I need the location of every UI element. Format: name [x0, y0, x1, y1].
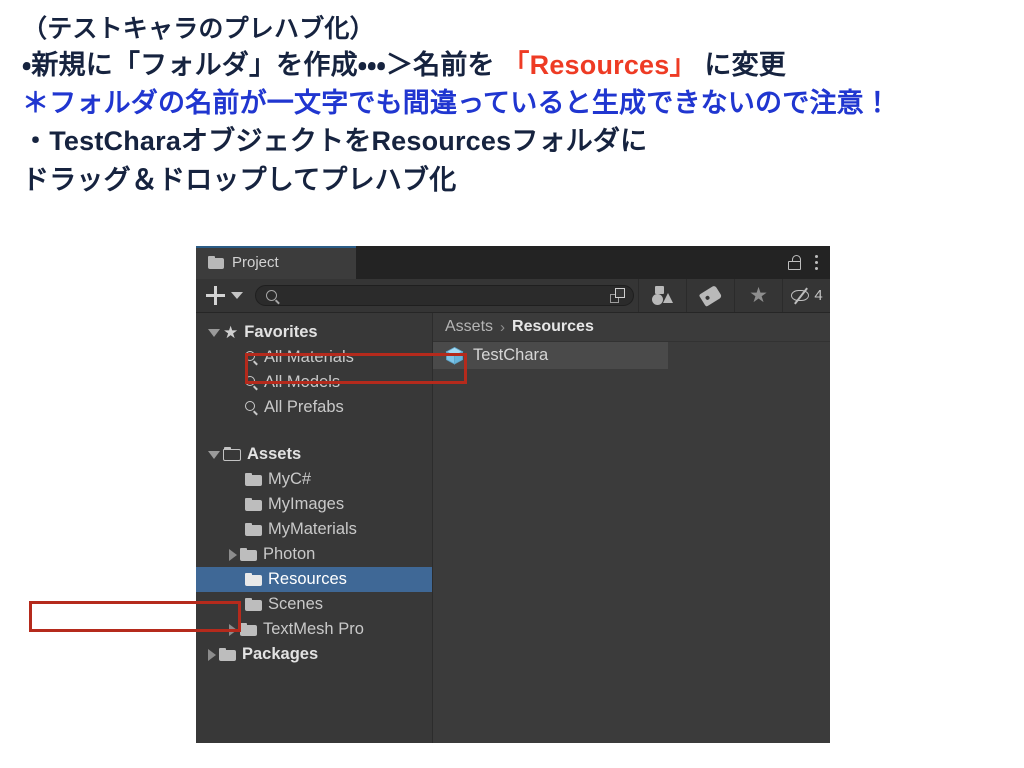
label-filter-button[interactable]: [686, 279, 734, 312]
tree-item-label: Resources: [268, 570, 347, 588]
magnifier-icon: [245, 351, 258, 364]
folder-icon: [245, 598, 262, 611]
unlocked-padlock-icon[interactable]: [787, 255, 801, 270]
shapes-icon: [652, 286, 673, 305]
tab-bar-actions: [787, 246, 830, 279]
project-panel-body: ★ Favorites All Materials All Models All Pre…: [196, 313, 830, 743]
tree-item-label: MyImages: [268, 495, 345, 513]
breadcrumb-root[interactable]: Assets: [445, 318, 493, 336]
tree-item-assets[interactable]: Assets: [196, 442, 432, 467]
tree-item-label: MyC#: [268, 470, 312, 488]
star-icon: ★: [749, 284, 768, 307]
tree-arrow-placeholder: [229, 604, 242, 605]
tree-arrow-placeholder: [229, 479, 242, 480]
plus-icon: [206, 286, 225, 305]
tree-item-all-models[interactable]: All Models: [196, 370, 432, 395]
folder-icon: [245, 498, 262, 511]
tree-item-scenes[interactable]: Scenes: [196, 592, 432, 617]
folder-icon: [245, 523, 262, 536]
tree-item-photon[interactable]: Photon: [196, 542, 432, 567]
star-icon: ★: [223, 322, 239, 342]
chevron-right-icon[interactable]: [229, 623, 237, 636]
search-input[interactable]: [277, 287, 610, 304]
project-tree-pane: ★ Favorites All Materials All Models All Pre…: [196, 313, 433, 743]
chevron-right-icon[interactable]: [208, 648, 216, 661]
chevron-down-icon[interactable]: [208, 450, 220, 459]
chevron-down-icon: [231, 292, 243, 299]
asset-item-testchara[interactable]: TestChara: [433, 342, 668, 369]
instruction-line-2-prefix: ・新規に「フォルダ」を作成・・・＞名前を: [22, 50, 503, 80]
magnifier-icon: [245, 376, 258, 389]
tree-item-label: All Materials: [264, 348, 354, 366]
create-asset-button[interactable]: [204, 286, 251, 305]
tree-item-label: Scenes: [268, 595, 324, 613]
project-toolbar: ★ 4: [196, 279, 830, 313]
folder-icon: [245, 473, 262, 486]
favorites-filter-button[interactable]: ★: [734, 279, 782, 312]
window-tab-bar: Project: [196, 246, 830, 279]
tree-item-label: Assets: [247, 445, 302, 463]
tree-arrow-placeholder: [229, 407, 242, 408]
instruction-line-4: ・TestCharaオブジェクトをResourcesフォルダに: [22, 126, 648, 156]
tree-arrow-placeholder: [229, 504, 242, 505]
folder-icon: [240, 548, 257, 561]
chevron-right-icon: ›: [500, 318, 506, 336]
instruction-line-5: ドラッグ＆ドロップしてプレハブ化: [22, 165, 457, 195]
prefab-cube-icon: [445, 346, 464, 365]
tree-gap: [196, 420, 432, 442]
breadcrumb: Assets › Resources: [433, 313, 830, 342]
instruction-line-1: （テストキャラのプレハブ化）: [22, 15, 375, 43]
tree-item-label: TextMesh Pro: [263, 620, 364, 638]
tree-item-label: Photon: [263, 545, 316, 563]
breadcrumb-current: Resources: [512, 318, 594, 335]
hidden-packages-toggle[interactable]: 4: [782, 279, 830, 312]
eye-off-icon: [790, 287, 811, 304]
tree-item-myimages[interactable]: MyImages: [196, 492, 432, 517]
tree-arrow-placeholder: [229, 357, 242, 358]
unity-project-window: Project ★ 4 ★ Favorites All Materials Al…: [196, 246, 830, 743]
tree-arrow-placeholder: [229, 579, 242, 580]
tree-item-mymaterials[interactable]: MyMaterials: [196, 517, 432, 542]
magnifier-icon: [245, 401, 258, 414]
tree-item-label: All Models: [264, 373, 341, 391]
tree-item-myc[interactable]: MyC#: [196, 467, 432, 492]
tree-item-favorites[interactable]: ★ Favorites: [196, 320, 432, 345]
instruction-warning-line: ＊フォルダの名前が一文字でも間違っていると生成できないので注意！: [22, 88, 892, 118]
tree-item-textmesh-pro[interactable]: TextMesh Pro: [196, 617, 432, 642]
chevron-down-icon[interactable]: [208, 328, 220, 337]
tree-item-packages[interactable]: Packages: [196, 642, 432, 667]
search-icon: [266, 290, 277, 301]
folder-icon: [208, 256, 224, 269]
tree-item-label: Packages: [242, 645, 319, 663]
tab-project[interactable]: Project: [196, 246, 356, 279]
tree-item-label: Favorites: [244, 323, 318, 341]
tree-item-all-prefabs[interactable]: All Prefabs: [196, 395, 432, 420]
instruction-line-2: ・新規に「フォルダ」を作成・・・＞名前を 「Resources」 に変更: [22, 46, 1012, 84]
folder-icon: [245, 573, 262, 586]
type-filter-button[interactable]: [638, 279, 686, 312]
asset-item-label: TestChara: [473, 346, 549, 364]
chevron-right-icon[interactable]: [229, 548, 237, 561]
tab-project-label: Project: [232, 254, 279, 271]
tree-item-all-materials[interactable]: All Materials: [196, 345, 432, 370]
tree-arrow-placeholder: [229, 382, 242, 383]
folder-icon: [219, 648, 236, 661]
folder-icon: [240, 623, 257, 636]
tree-item-label: MyMaterials: [268, 520, 357, 538]
instruction-line-2-suffix: に変更: [696, 50, 787, 80]
folder-open-icon: [223, 446, 241, 462]
kebab-menu-icon[interactable]: [814, 255, 818, 270]
project-content-pane: Assets › Resources TestChara: [433, 313, 830, 743]
tree-item-label: All Prefabs: [264, 398, 344, 416]
hidden-packages-count: 4: [814, 287, 823, 304]
resources-highlight-text: 「Resources」: [502, 50, 697, 80]
tag-icon: [698, 284, 723, 307]
tree-arrow-placeholder: [229, 529, 242, 530]
tree-item-resources[interactable]: Resources: [196, 567, 432, 592]
search-field[interactable]: [255, 285, 634, 306]
expand-search-icon[interactable]: [610, 288, 625, 303]
instruction-text-block: （テストキャラのプレハブ化） ・新規に「フォルダ」を作成・・・＞名前を 「Res…: [22, 12, 1012, 200]
